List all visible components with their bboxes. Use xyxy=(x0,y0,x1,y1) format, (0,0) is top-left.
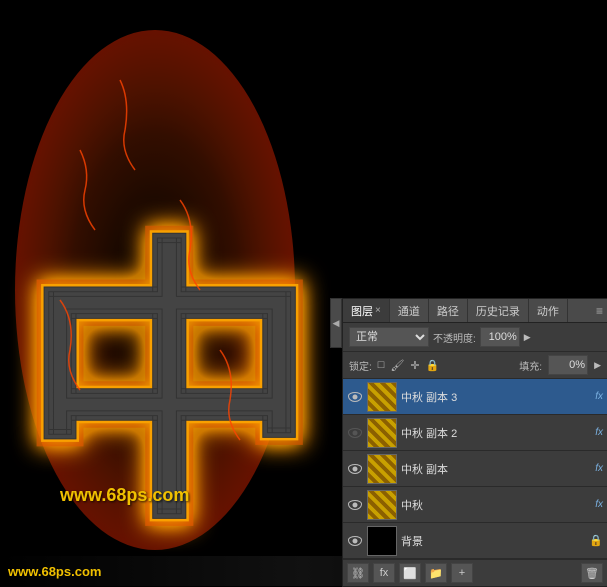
tab-actions[interactable]: 动作 xyxy=(529,299,568,322)
lock-label: 锁定: xyxy=(349,358,372,373)
tab-close-icon[interactable]: × xyxy=(375,305,381,316)
layers-panel: 图层 × 通道 路径 历史记录 动作 ≡ 正常 不透明度: ▶ 锁定: □ 🖌 … xyxy=(342,298,607,587)
layer-item[interactable]: 中秋 fx xyxy=(343,487,607,523)
layer-lock-icon: 🔒 xyxy=(589,534,603,547)
layer-item[interactable]: 中秋 副本 3 fx xyxy=(343,379,607,415)
layer-list: 中秋 副本 3 fx 中秋 副本 2 fx 中秋 副本 fx xyxy=(343,379,607,559)
layer-thumbnail xyxy=(367,526,397,556)
lock-box-icon[interactable]: □ xyxy=(378,359,385,371)
layer-item[interactable]: 中秋 副本 2 fx xyxy=(343,415,607,451)
eye-icon xyxy=(348,428,362,438)
layer-name: 背景 xyxy=(401,533,585,549)
layer-fx-badge: fx xyxy=(595,463,603,474)
create-layer-button[interactable]: + xyxy=(451,563,473,583)
layer-thumbnail xyxy=(367,418,397,448)
layer-fx-badge: fx xyxy=(595,391,603,402)
layer-visibility-toggle[interactable] xyxy=(347,425,363,441)
panel-collapse-handle[interactable]: ◀ xyxy=(330,298,342,348)
watermark: www.68ps.com xyxy=(60,485,189,506)
lock-fill-row: 锁定: □ 🖌 ✛ 🔒 填充: ▶ xyxy=(343,352,607,379)
layer-item[interactable]: 中秋 副本 fx xyxy=(343,451,607,487)
link-layers-button[interactable]: ⛓ xyxy=(347,563,369,583)
layer-name: 中秋 副本 xyxy=(401,461,591,477)
panel-toolbar: ⛓ fx ⬜ 📁 + 🗑 xyxy=(343,559,607,586)
layer-fx-badge: fx xyxy=(595,427,603,438)
layer-fx-badge: fx xyxy=(595,499,603,510)
layer-thumbnail xyxy=(367,454,397,484)
eye-icon xyxy=(348,500,362,510)
bottom-watermark: www.68ps.com xyxy=(8,564,101,579)
opacity-arrow-icon[interactable]: ▶ xyxy=(524,332,531,343)
add-mask-button[interactable]: ⬜ xyxy=(399,563,421,583)
layer-name: 中秋 xyxy=(401,497,591,513)
tab-channels[interactable]: 通道 xyxy=(390,299,429,322)
opacity-label: 不透明度: xyxy=(433,330,476,345)
lock-move-icon[interactable]: ✛ xyxy=(410,359,419,372)
eye-icon xyxy=(348,536,362,546)
layer-name: 中秋 副本 2 xyxy=(401,425,591,441)
lock-brush-icon[interactable]: 🖌 xyxy=(390,359,404,372)
opacity-input[interactable] xyxy=(480,327,520,347)
layer-name: 中秋 副本 3 xyxy=(401,389,591,405)
fill-arrow-icon[interactable]: ▶ xyxy=(594,360,601,371)
layer-thumbnail xyxy=(367,490,397,520)
tab-layers[interactable]: 图层 × xyxy=(343,299,390,322)
fill-input[interactable] xyxy=(548,355,588,375)
eye-icon xyxy=(348,464,362,474)
tab-paths[interactable]: 路径 xyxy=(429,299,468,322)
panel-tabs: 图层 × 通道 路径 历史记录 动作 ≡ xyxy=(343,299,607,323)
layer-thumbnail xyxy=(367,382,397,412)
layer-visibility-toggle[interactable] xyxy=(347,497,363,513)
tab-history[interactable]: 历史记录 xyxy=(468,299,529,322)
eye-icon xyxy=(348,392,362,402)
fill-label: 填充: xyxy=(519,358,542,373)
blend-mode-select[interactable]: 正常 xyxy=(349,327,429,347)
layer-item[interactable]: 背景 🔒 xyxy=(343,523,607,559)
panel-close-button[interactable]: ≡ xyxy=(596,304,603,318)
create-group-button[interactable]: 📁 xyxy=(425,563,447,583)
delete-layer-button[interactable]: 🗑 xyxy=(581,563,603,583)
layer-controls-row: 正常 不透明度: ▶ xyxy=(343,323,607,352)
lock-all-icon[interactable]: 🔒 xyxy=(426,359,440,372)
layer-visibility-toggle[interactable] xyxy=(347,533,363,549)
layer-visibility-toggle[interactable] xyxy=(347,461,363,477)
layer-visibility-toggle[interactable] xyxy=(347,389,363,405)
add-layer-style-button[interactable]: fx xyxy=(373,563,395,583)
